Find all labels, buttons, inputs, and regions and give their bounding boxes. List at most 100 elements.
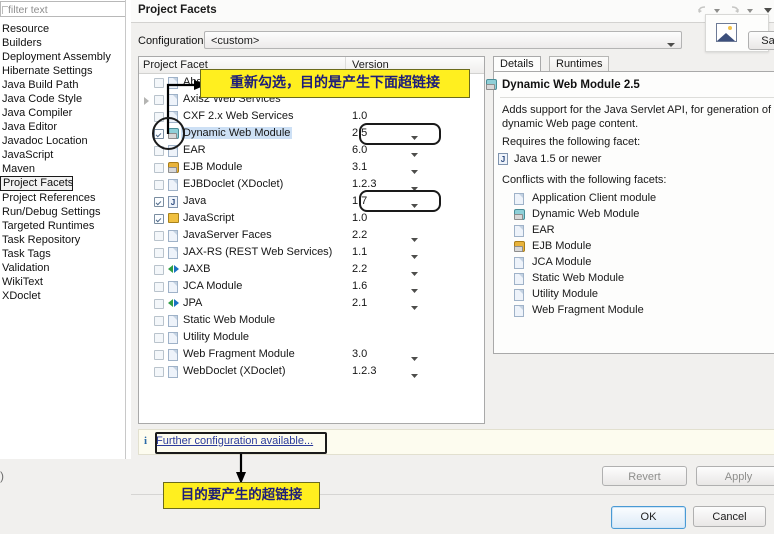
facet-version[interactable]: 1.0 <box>352 212 367 224</box>
facet-label: Dynamic Web Module <box>181 127 293 139</box>
conflict-label: JCA Module <box>532 256 592 268</box>
facet-checkbox[interactable] <box>154 214 164 224</box>
sidebar-item-java-build-path[interactable]: Java Build Path <box>0 78 131 92</box>
sidebar-item-hibernate-settings[interactable]: Hibernate Settings <box>0 64 131 78</box>
doc-icon <box>168 281 179 293</box>
facet-label: CXF 2.x Web Services <box>183 110 294 122</box>
sidebar-item-label: JavaScript <box>2 149 54 161</box>
conflict-label: Utility Module <box>532 288 599 300</box>
sidebar-item-task-tags[interactable]: Task Tags <box>0 247 131 261</box>
facet-checkbox[interactable] <box>154 180 164 190</box>
sidebar-item-label: Deployment Assembly <box>2 51 111 63</box>
facet-checkbox[interactable] <box>154 95 164 105</box>
version-highlight-web <box>359 123 441 145</box>
sidebar-item-java-compiler[interactable]: Java Compiler <box>0 106 131 120</box>
facet-version[interactable]: 2.1 <box>352 297 367 309</box>
sidebar-item-label: Targeted Runtimes <box>2 220 95 232</box>
tab-label: Details <box>500 58 534 70</box>
table-row[interactable]: Utility Module <box>139 329 484 346</box>
java-icon: J <box>168 196 179 208</box>
table-row[interactable]: Static Web Module <box>139 312 484 329</box>
sidebar-item-label: WikiText <box>2 276 43 288</box>
sidebar-item-javadoc-location[interactable]: Javadoc Location <box>0 134 131 148</box>
facet-checkbox[interactable] <box>154 350 164 360</box>
table-row[interactable]: EJB Module 3.1 <box>139 159 484 176</box>
details-tabs: Details Runtimes <box>493 56 774 72</box>
facet-checkbox[interactable] <box>154 78 164 88</box>
apply-label: Apply <box>724 471 753 483</box>
table-row[interactable]: JavaScript 1.0 <box>139 210 484 227</box>
facet-version[interactable]: 2.2 <box>352 229 367 241</box>
save-as-label: Save As... <box>761 35 774 47</box>
doc-icon <box>168 315 179 327</box>
facet-checkbox[interactable] <box>154 367 164 377</box>
table-row[interactable]: Web Fragment Module 3.0 <box>139 346 484 363</box>
revert-button[interactable]: Revert <box>602 466 687 486</box>
facet-version[interactable]: 1.2.3 <box>352 365 376 377</box>
configuration-select[interactable]: <custom> <box>204 31 682 49</box>
facet-label: EAR <box>183 144 206 156</box>
save-as-button[interactable]: Save As... <box>748 31 774 50</box>
details-description: Adds support for the Java Servlet API, f… <box>502 104 772 130</box>
doc-icon <box>168 179 179 191</box>
filter-input[interactable]: filter text <box>0 1 126 17</box>
sidebar-item-java-editor[interactable]: Java Editor <box>0 120 131 134</box>
table-row[interactable]: JavaServer Faces 2.2 <box>139 227 484 244</box>
facet-checkbox[interactable] <box>154 163 164 173</box>
sidebar-item-label: Java Code Style <box>2 93 83 105</box>
facet-version[interactable]: 2.2 <box>352 263 367 275</box>
facet-version[interactable]: 1.1 <box>352 246 367 258</box>
sidebar-item-run-debug-settings[interactable]: Run/Debug Settings <box>0 205 131 219</box>
sidebar-item-label: Maven <box>2 163 36 175</box>
sidebar-item-task-repository[interactable]: Task Repository <box>0 233 131 247</box>
facet-version[interactable]: 3.1 <box>352 161 367 173</box>
table-row[interactable]: JCA Module 1.6 <box>139 278 484 295</box>
sidebar-item-deployment-assembly[interactable]: Deployment Assembly <box>0 50 131 64</box>
sidebar-item-xdoclet[interactable]: XDoclet <box>0 289 131 303</box>
facet-checkbox[interactable] <box>154 299 164 309</box>
doc-icon <box>514 257 524 269</box>
facet-checkbox[interactable] <box>154 231 164 241</box>
facet-checkbox[interactable] <box>154 197 164 207</box>
facet-version[interactable]: 1.2.3 <box>352 178 376 190</box>
sidebar-item-java-code-style[interactable]: Java Code Style <box>0 92 131 106</box>
details-title: Dynamic Web Module 2.5 <box>486 79 640 91</box>
facet-version[interactable]: 1.6 <box>352 280 367 292</box>
ok-button[interactable]: OK <box>611 506 686 529</box>
sidebar-item-wikitext[interactable]: WikiText <box>0 275 131 289</box>
facet-version[interactable]: 1.0 <box>352 110 367 122</box>
sidebar-item-validation[interactable]: Validation <box>0 261 131 275</box>
sidebar-item-javascript[interactable]: JavaScript <box>0 148 131 162</box>
facet-row-list: AbstractAxis2 Web ServicesCXF 2.x Web Se… <box>139 74 484 380</box>
conflict-label: Application Client module <box>532 192 657 204</box>
cancel-button[interactable]: Cancel <box>693 506 766 527</box>
facet-label: WebDoclet (XDoclet) <box>183 365 286 377</box>
apply-button[interactable]: Apply <box>696 466 774 486</box>
sidebar-item-label: Resource <box>2 23 50 35</box>
title-divider <box>131 22 774 23</box>
facet-version[interactable]: 6.0 <box>352 144 367 156</box>
table-row[interactable]: JAX-RS (REST Web Services) 1.1 <box>139 244 484 261</box>
tab-runtimes[interactable]: Runtimes <box>549 56 610 72</box>
tab-details[interactable]: Details <box>493 56 541 72</box>
facet-checkbox[interactable] <box>154 316 164 326</box>
sidebar-item-project-facets[interactable]: Project Facets <box>0 176 73 191</box>
sidebar-item-targeted-runtimes[interactable]: Targeted Runtimes <box>0 219 131 233</box>
facet-version[interactable]: 3.0 <box>352 348 367 360</box>
chevron-right-icon[interactable] <box>143 96 150 108</box>
sidebar-item-builders[interactable]: Builders <box>0 36 131 50</box>
conflict-label: Static Web Module <box>532 272 625 284</box>
sidebar-item-resource[interactable]: Resource <box>0 22 131 36</box>
sidebar-item-maven[interactable]: Maven <box>0 162 131 176</box>
table-row[interactable]: JAXB 2.2 <box>139 261 484 278</box>
column-header-facet: Project Facet <box>143 59 208 71</box>
facet-checkbox[interactable] <box>154 333 164 343</box>
facet-checkbox[interactable] <box>154 282 164 292</box>
facet-checkbox[interactable] <box>154 248 164 258</box>
facet-label: Web Fragment Module <box>183 348 295 360</box>
table-row[interactable]: WebDoclet (XDoclet) 1.2.3 <box>139 363 484 380</box>
sidebar-item-project-references[interactable]: Project References <box>0 191 131 205</box>
version-dropdown-icon[interactable] <box>411 370 418 382</box>
table-row[interactable]: JPA 2.1 <box>139 295 484 312</box>
facet-checkbox[interactable] <box>154 265 164 275</box>
